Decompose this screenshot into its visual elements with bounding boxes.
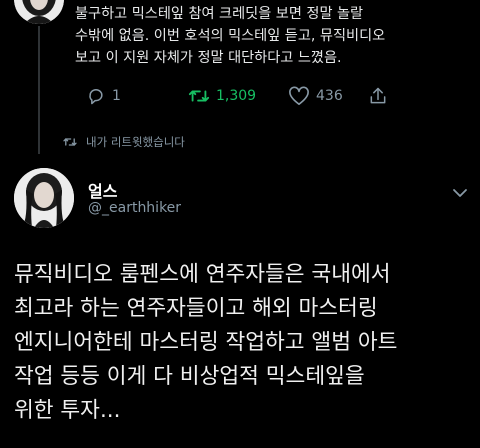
previous-tweet-text: 불구하고 믹스테잎 참여 크레딧을 보면 정말 놀랄 수밖에 없음. 이번 호석… <box>75 3 470 69</box>
retweet-count: 1,309 <box>216 88 257 104</box>
retweet-small-icon <box>63 138 77 146</box>
previous-tweet-line: 보고 이 지원 자체가 정말 대단하다고 느꼈음. <box>75 50 342 66</box>
tweet-line: 위한 투자... <box>14 398 121 423</box>
tweet-line: 최고라 하는 연주자들이고 해외 마스터링 <box>14 296 378 321</box>
tweet-line: 뮤직비디오 룸펜스에 연주자들은 국내에서 <box>14 262 391 287</box>
tweet-line: 엔지니어한테 마스터링 작업하고 앨범 아트 <box>14 330 398 355</box>
previous-tweet-avatar[interactable] <box>14 0 64 24</box>
like-count: 436 <box>316 88 343 104</box>
previous-tweet-line: 수밖에 없음. 이번 호석의 믹스테잎 듣고, 뮤직비디오 <box>75 28 386 44</box>
thread-connector-line <box>38 26 40 154</box>
retweet-button[interactable]: 1,309 <box>188 86 288 106</box>
reply-button[interactable]: 1 <box>86 86 188 106</box>
retweeted-label: 내가 리트윗했습니다 <box>86 135 185 149</box>
share-button[interactable] <box>368 86 388 106</box>
like-button[interactable]: 436 <box>288 86 368 106</box>
author-name[interactable]: 얼스 <box>88 178 117 202</box>
tweet-body: 뮤직비디오 룸펜스에 연주자들은 국내에서 최고라 하는 연주자들이고 해외 마… <box>14 258 474 428</box>
more-options-button[interactable] <box>452 184 468 203</box>
author-handle[interactable]: @_earthhiker <box>88 200 181 216</box>
reply-count: 1 <box>112 88 121 104</box>
previous-tweet-line: 불구하고 믹스테잎 참여 크레딧을 보면 정말 놀랄 <box>75 6 364 22</box>
retweeted-indicator: 내가 리트윗했습니다 <box>62 134 185 150</box>
reply-icon <box>89 89 103 105</box>
heart-icon <box>289 86 309 105</box>
tweet-line: 작업 등등 이게 다 비상업적 믹스테잎을 <box>14 364 365 389</box>
chevron-down-icon <box>453 189 467 197</box>
retweet-icon <box>188 90 210 102</box>
tweet-action-bar: 1 1,309 436 <box>86 86 388 106</box>
share-icon <box>370 87 386 104</box>
author-avatar[interactable] <box>14 168 74 228</box>
